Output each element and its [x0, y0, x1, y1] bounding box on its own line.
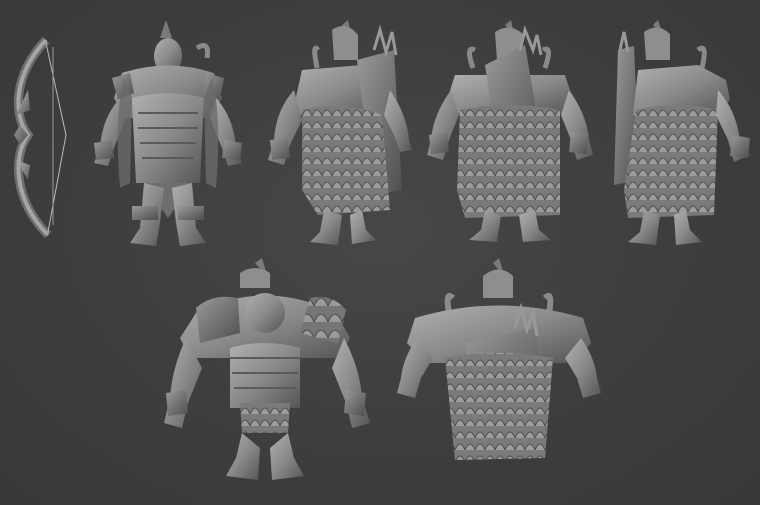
- sculpt-turnaround-render: [0, 0, 760, 505]
- bow-weapon: [13, 36, 67, 239]
- orc-archer-back-right: [614, 20, 750, 245]
- orc-archer-perspective-back: [397, 258, 601, 460]
- orc-archer-front: [94, 20, 242, 246]
- orc-archer-back-left: [268, 20, 412, 245]
- orc-archer-back: [427, 20, 593, 242]
- orc-archer-perspective-front: [164, 258, 370, 480]
